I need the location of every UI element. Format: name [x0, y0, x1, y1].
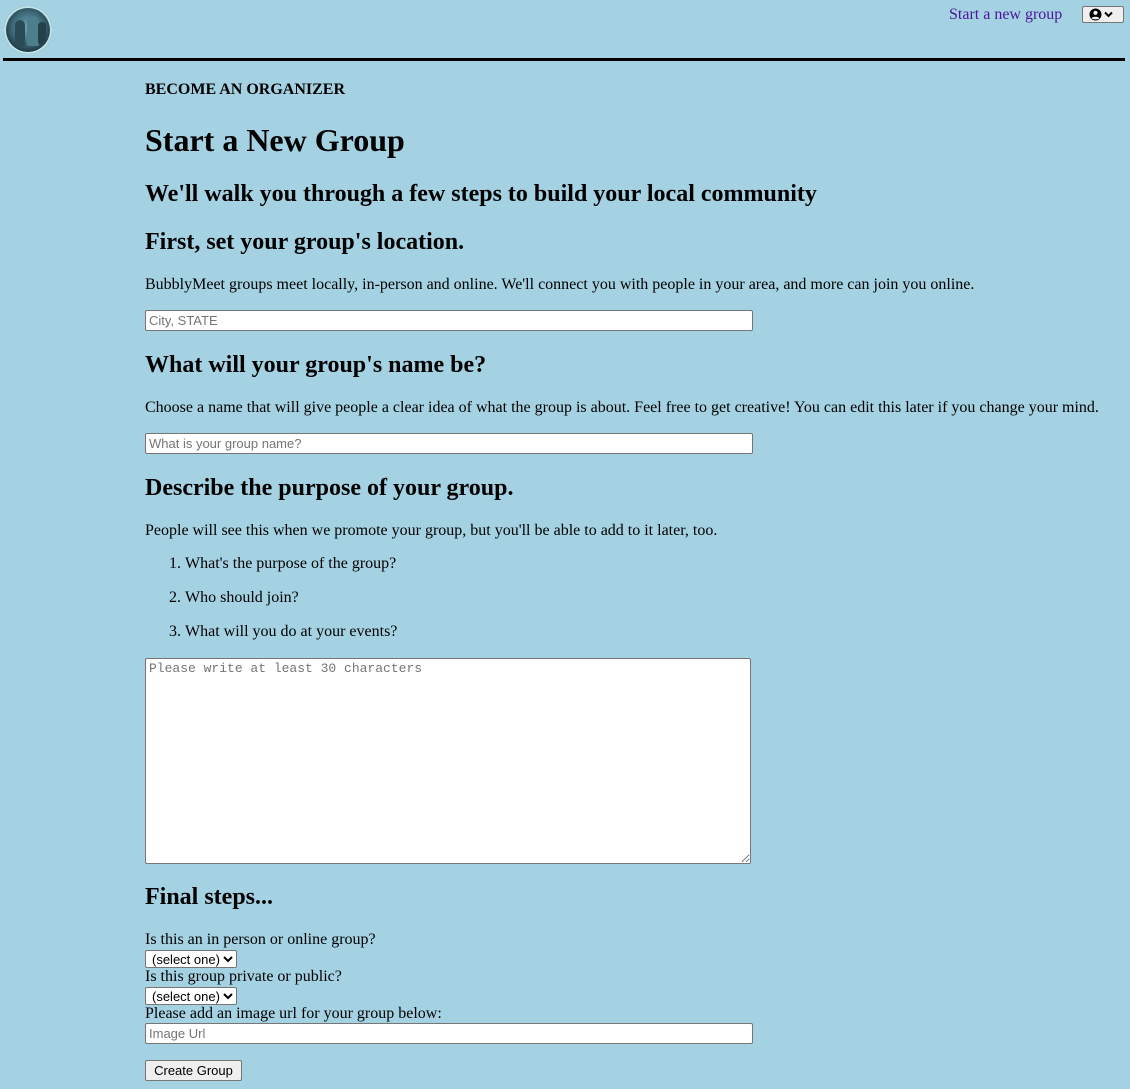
start-new-group-link[interactable]: Start a new group: [949, 5, 1062, 25]
purpose-question: What's the purpose of the group?: [185, 554, 397, 588]
create-group-button[interactable]: Create Group: [145, 1060, 242, 1081]
eyebrow-label: BECOME AN ORGANIZER: [145, 81, 346, 98]
logo-figure: [15, 20, 25, 46]
image-url-label: Please add an image url for your group b…: [145, 1005, 442, 1022]
user-circle-chevron-icon: [1089, 8, 1113, 21]
location-input[interactable]: [145, 310, 753, 331]
group-name-description: Choose a name that will give people a cl…: [145, 399, 1099, 416]
home-logo[interactable]: [4, 6, 52, 54]
page-title: Start a New Group: [145, 122, 405, 158]
group-name-input[interactable]: [145, 433, 753, 454]
header-divider: [3, 58, 1125, 61]
purpose-question: Who should join?: [185, 588, 397, 622]
purpose-description: People will see this when we promote you…: [145, 522, 718, 539]
page-subtitle: We'll walk you through a few steps to bu…: [145, 181, 817, 207]
group-privacy-label: Is this group private or public?: [145, 968, 342, 985]
purpose-question: What will you do at your events?: [185, 622, 397, 656]
user-menu-button[interactable]: [1082, 6, 1124, 23]
purpose-heading: Describe the purpose of your group.: [145, 475, 514, 501]
purpose-questions-list: What's the purpose of the group? Who sho…: [145, 554, 397, 656]
image-url-input[interactable]: [145, 1023, 753, 1044]
location-heading: First, set your group's location.: [145, 229, 465, 255]
location-description: BubblyMeet groups meet locally, in-perso…: [145, 276, 975, 293]
group-privacy-select[interactable]: (select one): [145, 987, 237, 1005]
logo-figure: [38, 22, 46, 44]
group-description-textarea[interactable]: [145, 658, 751, 864]
group-type-select[interactable]: (select one): [145, 950, 237, 968]
final-steps-heading: Final steps...: [145, 884, 274, 910]
group-name-heading: What will your group's name be?: [145, 352, 487, 378]
top-navigation-bar: Start a new group: [0, 0, 1130, 62]
group-type-label: Is this an in person or online group?: [145, 931, 376, 948]
